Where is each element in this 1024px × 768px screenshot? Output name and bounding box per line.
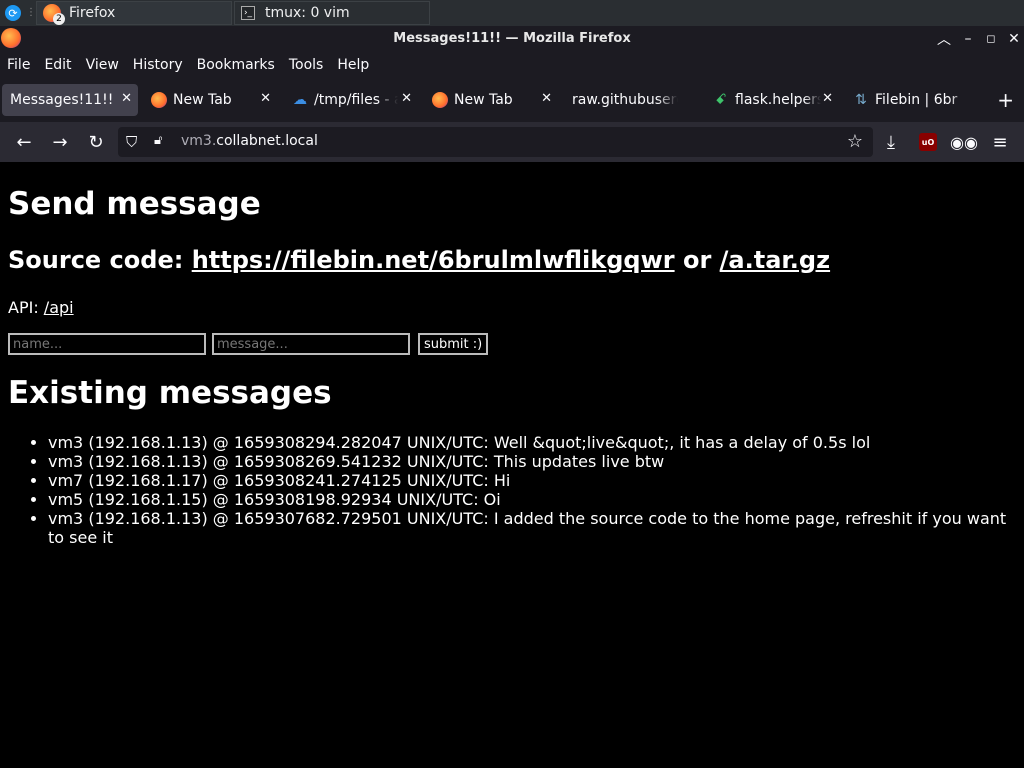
page-title: Send message	[8, 186, 261, 222]
tab-flask-helpers[interactable]: ꗃ flask.helpers ✕	[705, 84, 839, 116]
tab-messages[interactable]: Messages!11!! ✕	[2, 84, 138, 116]
close-tab-icon[interactable]: ✕	[822, 91, 833, 106]
tracking-protection-icon[interactable]: ⛉	[126, 133, 137, 151]
tab-strip: Messages!11!! ✕ New Tab ✕ ☁ /tmp/files -…	[0, 78, 1024, 122]
new-tab-button[interactable]: +	[997, 90, 1014, 110]
tab-new-tab-1[interactable]: New Tab ✕	[143, 84, 277, 116]
close-tab-icon[interactable]: ✕	[541, 91, 552, 106]
tab-raw-github[interactable]: raw.githubuserc	[564, 84, 698, 116]
launcher-icon: ⟳	[5, 5, 21, 21]
drag-handle-icon: ⋮	[26, 7, 36, 18]
firefox-icon: 2	[43, 4, 65, 25]
insecure-lock-icon[interactable]: 🔓︎	[154, 133, 162, 148]
tab-new-tab-2[interactable]: New Tab ✕	[424, 84, 558, 116]
flask-icon: ꗃ	[715, 92, 727, 108]
app-launcher-button[interactable]: ⟳	[0, 0, 26, 26]
menu-tools[interactable]: Tools	[289, 57, 324, 73]
tab-label: raw.githubuserc	[572, 92, 678, 108]
menu-bookmarks[interactable]: Bookmarks	[197, 57, 275, 73]
maximize-button[interactable]: ◻	[980, 26, 1002, 51]
minimize-button[interactable]: –	[957, 26, 979, 51]
menu-history[interactable]: History	[133, 57, 183, 73]
message-item: vm3 (192.168.1.13) @ 1659308269.541232 U…	[48, 452, 1016, 471]
firefox-icon	[151, 92, 167, 108]
send-message-form: submit :)	[8, 333, 1016, 355]
source-code-heading: Source code: https://filebin.net/6brulml…	[8, 246, 1016, 274]
cloud-icon: ☁	[293, 92, 307, 108]
menu-view[interactable]: View	[86, 57, 119, 73]
back-button[interactable]: ←	[12, 130, 36, 154]
ublock-button[interactable]: uO	[916, 130, 940, 154]
private-browsing-icon[interactable]: ◉◉	[950, 130, 978, 154]
nav-toolbar: ← → ↻ ⛉ 🔓︎ vm3.collabnet.local ☆ ⤓ uO ◉◉…	[0, 122, 1024, 162]
taskbar-tmux-label: tmux: 0 vim	[265, 5, 350, 21]
tab-label: Messages!11!!	[10, 92, 114, 108]
forward-button[interactable]: →	[48, 130, 72, 154]
message-input[interactable]	[212, 333, 410, 355]
close-tab-icon[interactable]: ✕	[121, 91, 132, 106]
close-tab-icon[interactable]: ✕	[401, 91, 412, 106]
firefox-icon[interactable]	[1, 28, 21, 48]
url-text[interactable]: vm3.collabnet.local	[181, 133, 318, 149]
close-window-button[interactable]: ✕	[1003, 26, 1024, 51]
message-item: vm3 (192.168.1.13) @ 1659307682.729501 U…	[48, 509, 1016, 547]
api-label: API:	[8, 298, 44, 317]
tab-label: New Tab	[454, 92, 513, 108]
tab-label: New Tab	[173, 92, 232, 108]
ublock-icon: uO	[919, 133, 937, 151]
messages-list: vm3 (192.168.1.13) @ 1659308294.282047 U…	[8, 433, 1016, 547]
api-link[interactable]: /api	[44, 298, 74, 317]
taskbar-firefox-label: Firefox	[69, 5, 116, 21]
tarball-link[interactable]: /a.tar.gz	[720, 246, 830, 274]
window-titlebar: Messages!11!! — Mozilla Firefox ︿ – ◻ ✕	[0, 26, 1024, 51]
name-input[interactable]	[8, 333, 206, 355]
firefox-icon	[432, 92, 448, 108]
tab-tmp-files[interactable]: ☁ /tmp/files - a ✕	[284, 84, 418, 116]
source-label: Source code:	[8, 246, 192, 274]
filebin-link[interactable]: https://filebin.net/6brulmlwflikgqwr	[192, 246, 675, 274]
keep-above-button[interactable]: ︿	[933, 26, 955, 51]
tab-label: /tmp/files - a	[314, 92, 398, 108]
url-host: collabnet.local	[216, 133, 318, 149]
taskbar-tmux-task[interactable]: ›_ tmux: 0 vim	[234, 1, 430, 25]
menu-help[interactable]: Help	[337, 57, 369, 73]
message-item: vm3 (192.168.1.13) @ 1659308294.282047 U…	[48, 433, 1016, 452]
terminal-icon: ›_	[241, 6, 255, 20]
tab-label: flask.helpers	[735, 92, 821, 108]
existing-messages-heading: Existing messages	[8, 375, 332, 411]
submit-button[interactable]: submit :)	[418, 333, 489, 355]
api-line: API: /api	[8, 298, 1016, 317]
os-taskbar: ⟳ ⋮ 2 Firefox ›_ tmux: 0 vim	[0, 0, 1024, 26]
reload-button[interactable]: ↻	[84, 130, 108, 154]
window-title: Messages!11!! — Mozilla Firefox	[393, 31, 631, 46]
tab-label: Filebin | 6br	[875, 92, 958, 108]
source-or: or	[674, 246, 720, 274]
menu-edit[interactable]: Edit	[44, 57, 71, 73]
close-tab-icon[interactable]: ✕	[260, 91, 271, 106]
window-count-badge: 2	[53, 13, 65, 25]
filebin-icon: ⇅	[855, 92, 867, 108]
page-content: Send message Source code: https://filebi…	[0, 162, 1024, 768]
menu-file[interactable]: File	[7, 57, 30, 73]
app-menu-button[interactable]: ≡	[988, 130, 1012, 154]
taskbar-firefox-task[interactable]: 2 Firefox	[36, 1, 232, 25]
bookmark-star-icon[interactable]: ☆	[847, 131, 863, 152]
downloads-button[interactable]: ⤓	[879, 130, 903, 154]
message-item: vm5 (192.168.1.15) @ 1659308198.92934 UN…	[48, 490, 1016, 509]
url-prefix: vm3.	[181, 133, 217, 149]
message-item: vm7 (192.168.1.17) @ 1659308241.274125 U…	[48, 471, 1016, 490]
url-bar[interactable]: ⛉ 🔓︎ vm3.collabnet.local ☆	[118, 127, 873, 157]
tab-filebin[interactable]: ⇅ Filebin | 6br	[845, 84, 973, 116]
menu-bar: File Edit View History Bookmarks Tools H…	[0, 51, 1024, 78]
